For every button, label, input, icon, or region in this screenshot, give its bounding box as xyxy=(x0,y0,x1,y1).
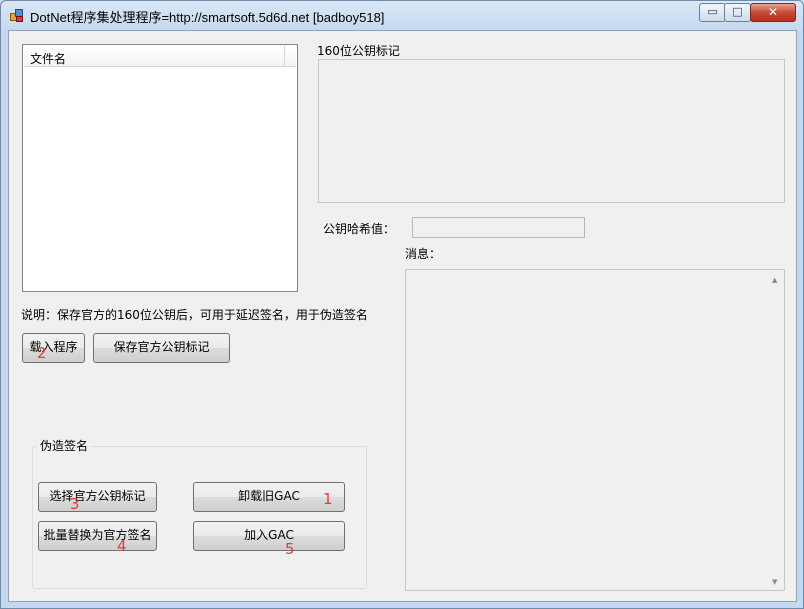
message-textbox[interactable]: ▲ ▼ xyxy=(405,269,785,591)
maximize-icon: □ xyxy=(732,5,743,18)
annotation-4: 4 xyxy=(117,537,127,555)
annotation-2: 2 xyxy=(37,344,47,362)
scroll-down-icon[interactable]: ▼ xyxy=(772,578,777,586)
app-icon xyxy=(10,9,23,22)
title-bar[interactable]: DotNet程序集处理程序=http://smartsoft.5d6d.net … xyxy=(1,1,803,29)
hash-textbox[interactable] xyxy=(412,217,585,238)
batch-replace-button[interactable]: 批量替换为官方签名 xyxy=(38,521,157,551)
hash-label: 公钥哈希值： xyxy=(323,222,396,236)
scroll-up-icon[interactable]: ▲ xyxy=(772,276,777,284)
save-key-button[interactable]: 保存官方公钥标记 xyxy=(93,333,230,363)
public-key-label: 160位公钥标记 xyxy=(317,44,400,58)
annotation-5: 5 xyxy=(285,540,295,558)
column-header-filename[interactable]: 文件名 xyxy=(24,46,284,67)
close-button[interactable]: ✕ xyxy=(750,3,796,22)
app-window: DotNet程序集处理程序=http://smartsoft.5d6d.net … xyxy=(0,0,804,609)
column-header-label: 文件名 xyxy=(30,52,67,66)
load-program-button[interactable]: 载入程序 xyxy=(22,333,85,363)
forge-signature-group-title: 伪造签名 xyxy=(37,437,92,454)
select-key-button[interactable]: 选择官方公钥标记 xyxy=(38,482,157,512)
note-text: 说明：保存官方的160位公钥后，可用于延迟签名，用于伪造签名 xyxy=(21,308,368,322)
add-gac-button[interactable]: 加入GAC xyxy=(193,521,345,551)
annotation-3: 3 xyxy=(70,495,80,513)
public-key-textbox[interactable] xyxy=(318,59,785,203)
annotation-1: 1 xyxy=(323,490,333,508)
window-title: DotNet程序集处理程序=http://smartsoft.5d6d.net … xyxy=(30,10,385,25)
minimize-icon: ▭ xyxy=(707,5,718,18)
file-list[interactable]: 文件名 xyxy=(22,44,298,292)
client-area: 文件名 160位公钥标记 公钥哈希值： 消息： ▲ ▼ 说明：保存官方的160位… xyxy=(8,30,797,602)
maximize-button[interactable]: □ xyxy=(724,3,751,22)
minimize-button[interactable]: ▭ xyxy=(699,3,726,22)
message-scrollbar[interactable]: ▲ ▼ xyxy=(768,270,784,590)
forge-signature-group xyxy=(32,446,367,589)
message-label: 消息： xyxy=(405,247,442,261)
column-header-filler xyxy=(284,46,296,67)
close-icon: ✕ xyxy=(767,5,779,19)
